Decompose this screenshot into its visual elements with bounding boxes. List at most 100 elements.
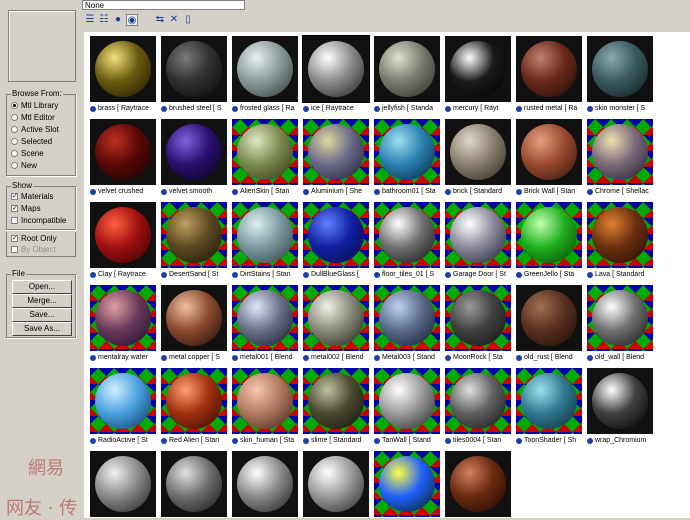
material-slot[interactable]: rusted metal [ Ra [514,34,584,116]
file-button[interactable]: Save As... [12,322,72,336]
browse-from-option[interactable]: Scene [11,149,44,158]
material-slot[interactable] [443,449,513,518]
material-slot[interactable]: brass [ Raytrace [88,34,158,116]
material-name-field[interactable]: None [82,0,245,10]
radio-icon[interactable] [11,162,18,169]
material-slot[interactable]: ToonShader [ Sh [514,366,584,448]
material-slot[interactable]: old_wall [ Blend [585,283,655,365]
material-slot[interactable] [159,449,229,518]
material-thumbnail[interactable] [303,451,369,517]
material-thumbnail[interactable] [161,119,227,185]
material-thumbnail[interactable] [516,368,582,434]
material-thumbnail[interactable] [374,119,440,185]
material-slot[interactable] [88,449,158,518]
view-small-icons-icon[interactable]: ● [112,14,124,26]
material-thumbnail[interactable] [232,119,298,185]
file-button[interactable]: Merge... [12,294,72,308]
material-slot[interactable]: metal001 [ Blend [230,283,300,365]
material-slot[interactable]: bathroom01 [ Sta [372,117,442,199]
material-thumbnail[interactable] [374,202,440,268]
material-thumbnail[interactable] [445,119,511,185]
material-slot[interactable]: mercury [ Rayt [443,34,513,116]
material-thumbnail[interactable] [516,285,582,351]
material-thumbnail[interactable] [374,368,440,434]
material-slot[interactable]: old_rust [ Blend [514,283,584,365]
clear-library-icon[interactable]: ▯ [182,14,194,26]
material-slot[interactable]: Lava [ Standard [585,200,655,282]
material-slot[interactable] [301,449,371,518]
material-slot[interactable]: Metal003 [ Stand [372,283,442,365]
show-option[interactable]: Incompatible [11,216,66,225]
material-thumbnail[interactable] [587,36,653,102]
show-option[interactable]: ✓ Materials [11,192,53,201]
material-thumbnail[interactable] [90,119,156,185]
material-thumbnail[interactable] [232,451,298,517]
material-slot[interactable]: AlienSkin [ Stan [230,117,300,199]
view-list-icons-icon[interactable]: ☷ [98,14,110,26]
checkbox-icon[interactable]: ✓ [11,205,18,212]
material-thumbnail[interactable] [303,285,369,351]
material-slot[interactable]: DirtStains [ Stan [230,200,300,282]
view-large-icons-icon[interactable]: ◉ [126,14,138,26]
file-button[interactable]: Save... [12,308,72,322]
material-thumbnail[interactable] [374,36,440,102]
material-thumbnail[interactable] [445,368,511,434]
material-slot[interactable]: skin monster [ S [585,34,655,116]
material-thumbnail[interactable] [161,451,227,517]
view-list-icon[interactable]: ☰ [84,14,96,26]
material-slot[interactable]: Aluminium [ She [301,117,371,199]
browse-from-option[interactable]: Active Slot [11,125,59,134]
material-thumbnail[interactable] [445,36,511,102]
material-thumbnail[interactable] [232,202,298,268]
material-thumbnail[interactable] [90,36,156,102]
radio-icon[interactable] [11,126,18,133]
material-thumbnail[interactable] [445,202,511,268]
radio-icon[interactable] [11,102,18,109]
material-thumbnail[interactable] [232,36,298,102]
material-slot[interactable]: Brick Wall [ Stan [514,117,584,199]
update-scene-icon[interactable]: ⇆ [154,14,166,26]
material-slot[interactable]: wrap_Chromium [585,366,655,448]
material-slot[interactable]: DullBlueGlass [ [301,200,371,282]
material-thumbnail[interactable] [161,36,227,102]
show-option[interactable]: ✓ Root Only [11,234,57,243]
checkbox-icon[interactable]: ✓ [11,235,18,242]
material-thumbnail[interactable] [161,285,227,351]
material-thumbnail[interactable] [374,451,440,517]
material-slot[interactable]: GreenJello [ Sta [514,200,584,282]
material-slot[interactable]: Chrome [ Shellac [585,117,655,199]
browse-from-option[interactable]: New [11,161,37,170]
material-slot[interactable]: mentalray water [88,283,158,365]
material-thumbnail[interactable] [445,285,511,351]
material-slot[interactable]: Clay [ Raytrace [88,200,158,282]
material-thumbnail[interactable] [516,202,582,268]
browse-from-option[interactable]: Selected [11,137,52,146]
material-thumbnail[interactable] [587,119,653,185]
material-slot[interactable]: frosted glass [ Ra [230,34,300,116]
browse-from-option[interactable]: Mtl Library [11,101,58,110]
material-thumbnail[interactable] [232,285,298,351]
material-slot[interactable]: skin_human [ Sta [230,366,300,448]
material-thumbnail[interactable] [303,202,369,268]
material-slot[interactable]: velvet smooth [159,117,229,199]
material-slot[interactable]: floor_tiles_01 [ S [372,200,442,282]
material-thumbnail[interactable] [302,35,370,103]
material-thumbnail[interactable] [445,451,511,517]
checkbox-icon[interactable]: ✓ [11,193,18,200]
material-slot[interactable]: jellyfish [ Standa [372,34,442,116]
browse-from-option[interactable]: Mtl Editor [11,113,55,122]
material-thumbnail[interactable] [303,119,369,185]
material-slot[interactable]: MoonRock [ Sta [443,283,513,365]
material-slot[interactable]: ice [ Raytrace [301,34,371,116]
material-slot[interactable]: TanWall [ Stand [372,366,442,448]
material-slot[interactable]: brushed steel [ S [159,34,229,116]
radio-icon[interactable] [11,150,18,157]
material-thumbnail[interactable] [232,368,298,434]
material-thumbnail[interactable] [303,368,369,434]
material-thumbnail[interactable] [516,119,582,185]
material-slot[interactable]: velvet crushed [88,117,158,199]
material-thumbnail[interactable] [90,285,156,351]
material-slot[interactable] [230,449,300,518]
material-thumbnail[interactable] [587,285,653,351]
material-thumbnail[interactable] [587,368,653,434]
